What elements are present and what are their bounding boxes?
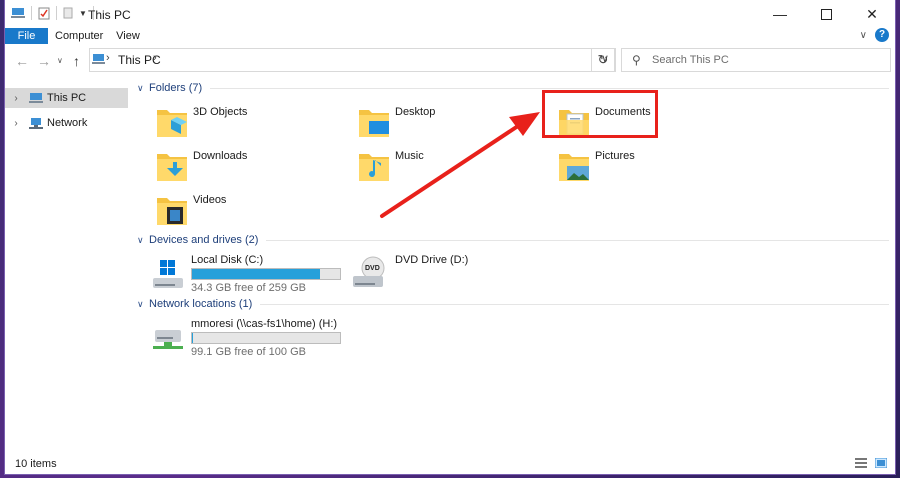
annotation-arrow-icon [380, 112, 540, 218]
